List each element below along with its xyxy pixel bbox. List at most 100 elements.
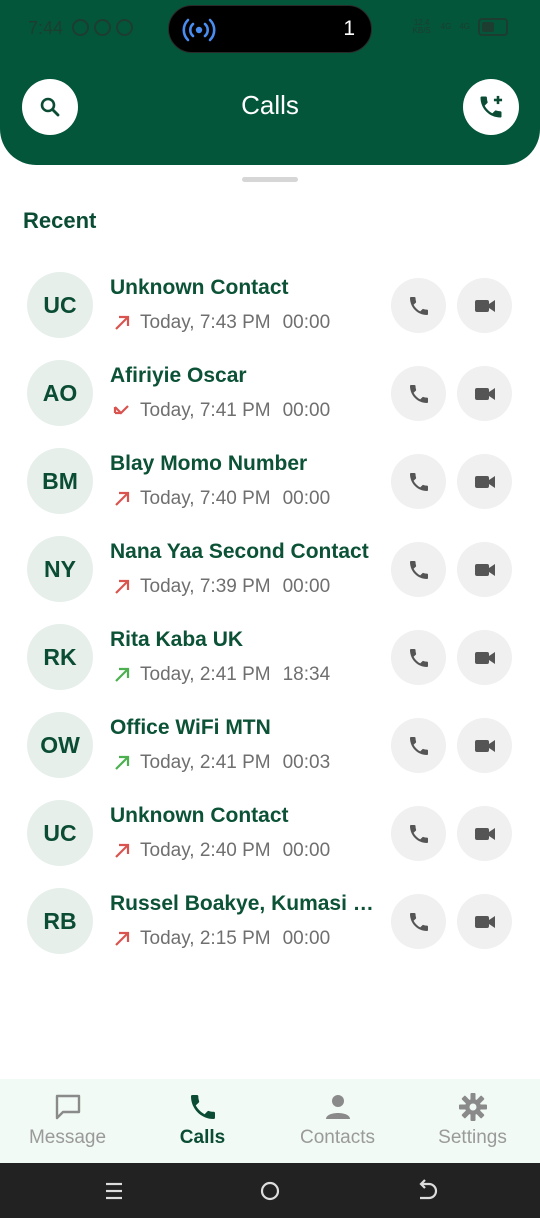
video-call-button[interactable] <box>457 630 512 685</box>
video-call-button[interactable] <box>457 454 512 509</box>
outgoing-call-icon <box>115 667 130 682</box>
contact-name: Russel Boakye, Kumasi D... <box>110 892 385 915</box>
phone-icon <box>409 824 428 843</box>
hotspot-icon <box>182 18 216 42</box>
voice-call-button[interactable] <box>391 894 446 949</box>
call-time: Today, 2:41 PM <box>140 664 271 685</box>
call-row[interactable]: UC Unknown Contact Today, 2:40 PM 00:00 <box>0 786 540 874</box>
call-row[interactable]: RK Rita Kaba UK Today, 2:41 PM 18:34 <box>0 610 540 698</box>
island-count: 1 <box>343 17 355 40</box>
bottom-nav: Message Calls Contacts Settings <box>0 1079 540 1163</box>
video-icon <box>474 739 495 752</box>
call-row[interactable]: BM Blay Momo Number Today, 7:40 PM 00:00 <box>0 434 540 522</box>
contact-name: Rita Kaba UK <box>110 628 244 651</box>
avatar[interactable]: OW <box>27 712 93 778</box>
avatar[interactable]: RB <box>27 888 93 954</box>
video-call-button[interactable] <box>457 718 512 773</box>
call-list: UC Unknown Contact Today, 7:43 PM 00:00 … <box>0 258 540 962</box>
outgoing-call-icon <box>115 755 130 770</box>
call-duration: 00:00 <box>282 928 331 949</box>
video-call-button[interactable] <box>457 542 512 597</box>
phone-icon <box>409 384 428 403</box>
nav-item-contacts[interactable]: Contacts <box>270 1079 405 1163</box>
outgoing-missed-call-icon <box>115 579 130 594</box>
call-row[interactable]: OW Office WiFi MTN Today, 2:41 PM 00:03 <box>0 698 540 786</box>
signal-1: 4G <box>440 22 452 31</box>
call-row[interactable]: AO Afiriyie Oscar Today, 7:41 PM 00:00 <box>0 346 540 434</box>
call-meta: Today, 7:39 PM 00:00 <box>112 576 330 598</box>
video-icon <box>474 387 495 400</box>
notification-icons <box>72 19 133 36</box>
call-time: Today, 7:43 PM <box>140 312 271 333</box>
call-time: Today, 7:39 PM <box>140 576 271 597</box>
avatar[interactable]: RK <box>27 624 93 690</box>
page-title: Calls <box>241 90 299 120</box>
phone-icon <box>409 296 428 315</box>
voice-call-button[interactable] <box>391 278 446 333</box>
call-meta: Today, 2:15 PM 00:00 <box>112 928 330 950</box>
dynamic-island[interactable]: 1 <box>168 5 372 53</box>
whatsapp-icon <box>72 19 89 36</box>
avatar[interactable]: BM <box>27 448 93 514</box>
phone-icon <box>190 1095 215 1119</box>
contact-name: Unknown Contact <box>110 804 289 827</box>
call-time: Today, 2:40 PM <box>140 840 271 861</box>
call-duration: 00:03 <box>282 752 331 773</box>
nav-label: Contacts <box>300 1127 375 1148</box>
home-icon[interactable] <box>258 1179 282 1203</box>
drag-handle[interactable] <box>242 177 298 182</box>
battery-fill <box>482 22 494 32</box>
video-icon <box>474 299 495 312</box>
recents-icon[interactable] <box>102 1179 126 1203</box>
call-row[interactable]: RB Russel Boakye, Kumasi D... Today, 2:1… <box>0 874 540 962</box>
message-icon <box>55 1094 80 1120</box>
outgoing-missed-call-icon <box>115 931 130 946</box>
video-call-button[interactable] <box>457 278 512 333</box>
avatar[interactable]: AO <box>27 360 93 426</box>
voice-call-button[interactable] <box>391 806 446 861</box>
avatar[interactable]: UC <box>27 800 93 866</box>
add-call-button[interactable] <box>463 79 519 135</box>
call-row[interactable]: NY Nana Yaa Second Contact Today, 7:39 P… <box>0 522 540 610</box>
call-duration: 00:00 <box>282 576 331 597</box>
nav-item-message[interactable]: Message <box>0 1079 135 1163</box>
call-meta: Today, 7:40 PM 00:00 <box>112 488 330 510</box>
nav-item-calls[interactable]: Calls <box>135 1079 270 1163</box>
contact-name: Blay Momo Number <box>110 452 308 475</box>
voice-call-button[interactable] <box>391 718 446 773</box>
voice-call-button[interactable] <box>391 542 446 597</box>
call-time: Today, 7:40 PM <box>140 488 271 509</box>
call-meta: Today, 2:41 PM 00:03 <box>112 752 330 774</box>
phone-icon <box>409 912 428 931</box>
phone-icon <box>409 472 428 491</box>
call-time: Today, 2:41 PM <box>140 752 271 773</box>
voice-call-button[interactable] <box>391 366 446 421</box>
video-call-button[interactable] <box>457 366 512 421</box>
nav-item-settings[interactable]: Settings <box>405 1079 540 1163</box>
contact-name: Unknown Contact <box>110 276 289 299</box>
gear-icon <box>458 1093 487 1121</box>
video-icon <box>474 915 495 928</box>
network-speed: 12.4 KB/S <box>411 19 433 35</box>
battery-icon <box>478 18 508 36</box>
nav-label: Message <box>28 1127 107 1148</box>
video-call-button[interactable] <box>457 806 512 861</box>
nav-label: Calls <box>179 1127 226 1148</box>
video-call-button[interactable] <box>457 894 512 949</box>
back-icon[interactable] <box>414 1179 438 1203</box>
video-icon <box>474 827 495 840</box>
call-row[interactable]: UC Unknown Contact Today, 7:43 PM 00:00 <box>0 258 540 346</box>
voice-call-button[interactable] <box>391 630 446 685</box>
nav-label: Settings <box>438 1127 507 1148</box>
video-icon <box>474 475 495 488</box>
facebook-icon <box>94 19 111 36</box>
call-time: Today, 7:41 PM <box>140 400 271 421</box>
call-duration: 00:00 <box>282 840 331 861</box>
contact-name: Office WiFi MTN <box>110 716 271 739</box>
avatar[interactable]: NY <box>27 536 93 602</box>
voice-call-button[interactable] <box>391 454 446 509</box>
avatar[interactable]: UC <box>27 272 93 338</box>
contact-name: Nana Yaa Second Contact <box>110 540 369 563</box>
call-duration: 00:00 <box>282 400 331 421</box>
outgoing-missed-call-icon <box>115 491 130 506</box>
